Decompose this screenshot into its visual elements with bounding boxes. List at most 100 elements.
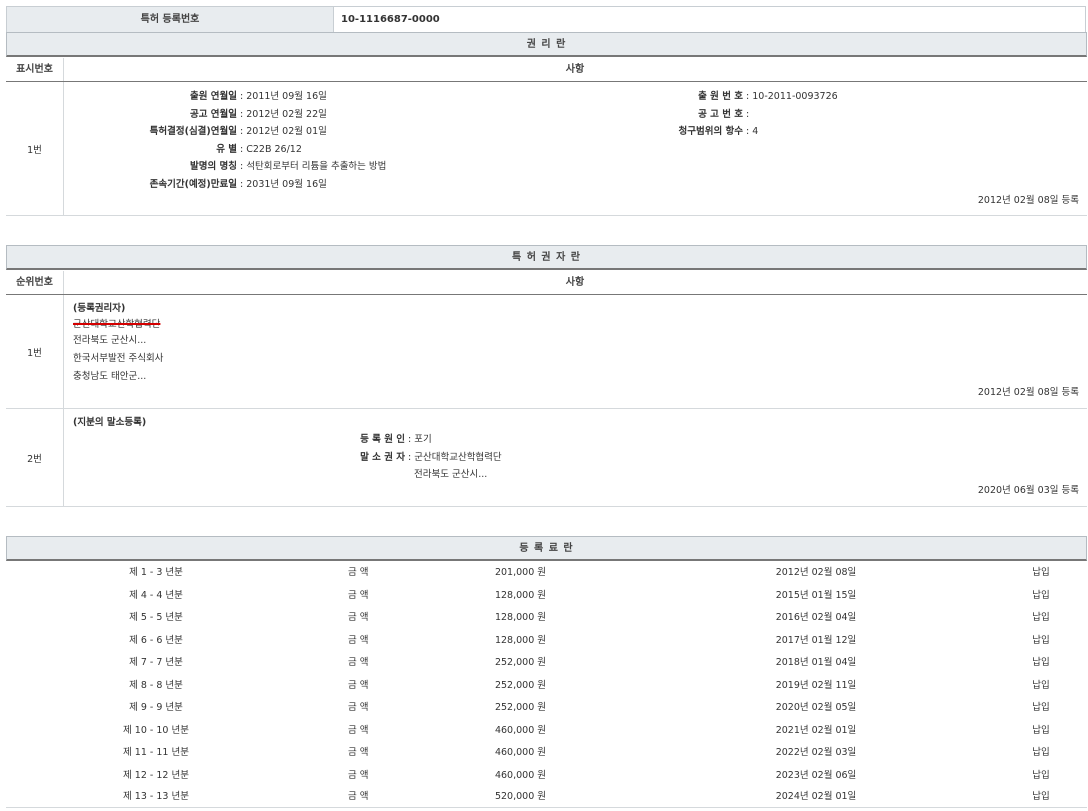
registration-cause-field: 등 록 원 인 : 포기 <box>293 431 432 449</box>
holder-line: 한국서부발전 주식회사 <box>73 350 163 368</box>
fee-amount: 460,000 원 <box>446 720 546 742</box>
field-key: 발명의 명칭 <box>63 158 237 176</box>
fee-row: 제 10 - 10 년분 금 액 460,000 원 2021년 02월 01일… <box>6 720 1087 743</box>
fee-payment-date: 2017년 01월 12일 <box>746 630 886 652</box>
fee-amount-label: 금 액 <box>348 675 369 697</box>
row-number: 1번 <box>6 82 64 215</box>
fee-payment-date: 2016년 02월 04일 <box>746 607 886 629</box>
cancellation-heading: (지분의 말소등록) <box>73 414 146 432</box>
fee-row: 제 7 - 7 년분 금 액 252,000 원 2018년 01월 04일 납… <box>6 652 1087 675</box>
field-value: 10-2011-0093726 <box>752 91 837 102</box>
fee-period: 제 9 - 9 년분 <box>6 697 306 719</box>
fee-status: 납입 <box>1006 585 1076 607</box>
rights-column-header: 표시번호 사항 <box>6 58 1087 82</box>
rights-row: 1번 출원 연월일 : 2011년 09월 16일 공고 연월일 : 2012년… <box>6 82 1087 216</box>
fee-payment-date: 2012년 02월 08일 <box>746 562 886 584</box>
holder-line: 전라북도 군산시... <box>73 332 146 350</box>
holder-row: 2번 (지분의 말소등록) 등 록 원 인 : 포기 말 소 권 자 : 군산대… <box>6 409 1087 507</box>
rights-row-content: 출원 연월일 : 2011년 09월 16일 공고 연월일 : 2012년 02… <box>63 82 1087 215</box>
fee-amount-label: 금 액 <box>348 585 369 607</box>
fee-period: 제 5 - 5 년분 <box>6 607 306 629</box>
classification-field: 유 별 : C22B 26/12 <box>63 141 302 159</box>
fee-period: 제 1 - 3 년분 <box>6 562 306 584</box>
field-value: 2031년 09월 16일 <box>246 179 327 190</box>
fee-payment-date: 2023년 02월 06일 <box>746 765 886 787</box>
holder-row-content: (등록권리자) 군산대학교산학협력단 전라북도 군산시... 한국서부발전 주식… <box>63 295 1087 408</box>
fee-amount-label: 금 액 <box>348 765 369 787</box>
registration-date: 2012년 02월 08일 등록 <box>978 192 1079 210</box>
decision-date-field: 특허결정(심결)연월일 : 2012년 02월 01일 <box>63 123 327 141</box>
fee-status: 납입 <box>1006 630 1076 652</box>
field-value: 군산대학교산학협력단 <box>414 452 501 463</box>
fee-payment-date: 2020년 02월 05일 <box>746 697 886 719</box>
row-number: 1번 <box>6 295 64 408</box>
field-key: 공 고 번 호 <box>643 106 743 124</box>
holder-column-header: 순위번호 사항 <box>6 271 1087 295</box>
fee-period: 제 13 - 13 년분 <box>6 786 306 808</box>
field-key: 출원 연월일 <box>63 88 237 106</box>
fee-amount: 128,000 원 <box>446 630 546 652</box>
field-key: 유 별 <box>63 141 237 159</box>
fee-payment-date: 2018년 01월 04일 <box>746 652 886 674</box>
registration-date: 2012년 02월 08일 등록 <box>978 384 1079 402</box>
fee-amount: 460,000 원 <box>446 742 546 764</box>
fee-amount: 252,000 원 <box>446 697 546 719</box>
fee-amount-label: 금 액 <box>348 697 369 719</box>
fee-period: 제 11 - 11 년분 <box>6 742 306 764</box>
field-value: C22B 26/12 <box>246 144 302 155</box>
fee-period: 제 4 - 4 년분 <box>6 585 306 607</box>
fee-amount: 201,000 원 <box>446 562 546 584</box>
fee-row: 제 5 - 5 년분 금 액 128,000 원 2016년 02월 04일 납… <box>6 607 1087 630</box>
fee-row: 제 11 - 11 년분 금 액 460,000 원 2022년 02월 03일… <box>6 742 1087 765</box>
fee-amount: 128,000 원 <box>446 607 546 629</box>
fee-status: 납입 <box>1006 652 1076 674</box>
registration-number-label: 특허 등록번호 <box>7 7 334 32</box>
fee-amount-label: 금 액 <box>348 742 369 764</box>
field-value: 2011년 09월 16일 <box>246 91 327 102</box>
field-value: 4 <box>752 126 758 137</box>
field-value: 포기 <box>414 434 431 445</box>
fee-period: 제 12 - 12 년분 <box>6 765 306 787</box>
fee-status: 납입 <box>1006 562 1076 584</box>
fee-status: 납입 <box>1006 607 1076 629</box>
cancelled-holder-address: 전라북도 군산시... <box>414 466 487 484</box>
fee-payment-date: 2015년 01월 15일 <box>746 585 886 607</box>
fee-period: 제 8 - 8 년분 <box>6 675 306 697</box>
fee-payment-date: 2022년 02월 03일 <box>746 742 886 764</box>
row-number: 2번 <box>6 409 64 506</box>
registration-number-header: 특허 등록번호 10-1116687-0000 <box>6 6 1086 32</box>
fee-status: 납입 <box>1006 765 1076 787</box>
fee-amount-label: 금 액 <box>348 786 369 808</box>
fee-section-title: 등 록 료 란 <box>6 536 1087 561</box>
field-key: 특허결정(심결)연월일 <box>63 123 237 141</box>
fee-amount-label: 금 액 <box>348 652 369 674</box>
fee-status: 납입 <box>1006 697 1076 719</box>
field-key: 등 록 원 인 <box>293 431 405 449</box>
display-number-header: 표시번호 <box>6 58 64 81</box>
holder-line: 충청남도 태안군... <box>73 368 146 386</box>
fee-amount: 460,000 원 <box>446 765 546 787</box>
fee-period: 제 10 - 10 년분 <box>6 720 306 742</box>
rank-number-header: 순위번호 <box>6 271 64 294</box>
expiry-date-field: 존속기간(예정)만료일 : 2031년 09월 16일 <box>63 176 327 194</box>
fee-row: 제 4 - 4 년분 금 액 128,000 원 2015년 01월 15일 납… <box>6 585 1087 608</box>
registration-date: 2020년 06월 03일 등록 <box>978 482 1079 500</box>
field-key: 존속기간(예정)만료일 <box>63 176 237 194</box>
fee-row: 제 6 - 6 년분 금 액 128,000 원 2017년 01월 12일 납… <box>6 630 1087 653</box>
field-key: 공고 연월일 <box>63 106 237 124</box>
content-header: 사항 <box>63 58 1087 81</box>
fee-payment-date: 2019년 02월 11일 <box>746 675 886 697</box>
filing-date-field: 출원 연월일 : 2011년 09월 16일 <box>63 88 327 106</box>
fee-table-bottom-border <box>6 807 1087 808</box>
field-key: 청구범위의 항수 <box>643 123 743 141</box>
fee-amount: 128,000 원 <box>446 585 546 607</box>
holder-row: 1번 (등록권리자) 군산대학교산학협력단 전라북도 군산시... 한국서부발전… <box>6 295 1087 409</box>
fee-amount: 252,000 원 <box>446 652 546 674</box>
field-key: 말 소 권 자 <box>293 449 405 467</box>
application-number-field: 출 원 번 호 : 10-2011-0093726 <box>643 88 838 106</box>
fee-row: 제 1 - 3 년분 금 액 201,000 원 2012년 02월 08일 납… <box>6 562 1087 585</box>
fee-amount-label: 금 액 <box>348 720 369 742</box>
fee-period: 제 7 - 7 년분 <box>6 652 306 674</box>
field-value: 2012년 02월 01일 <box>246 126 327 137</box>
fee-status: 납입 <box>1006 675 1076 697</box>
